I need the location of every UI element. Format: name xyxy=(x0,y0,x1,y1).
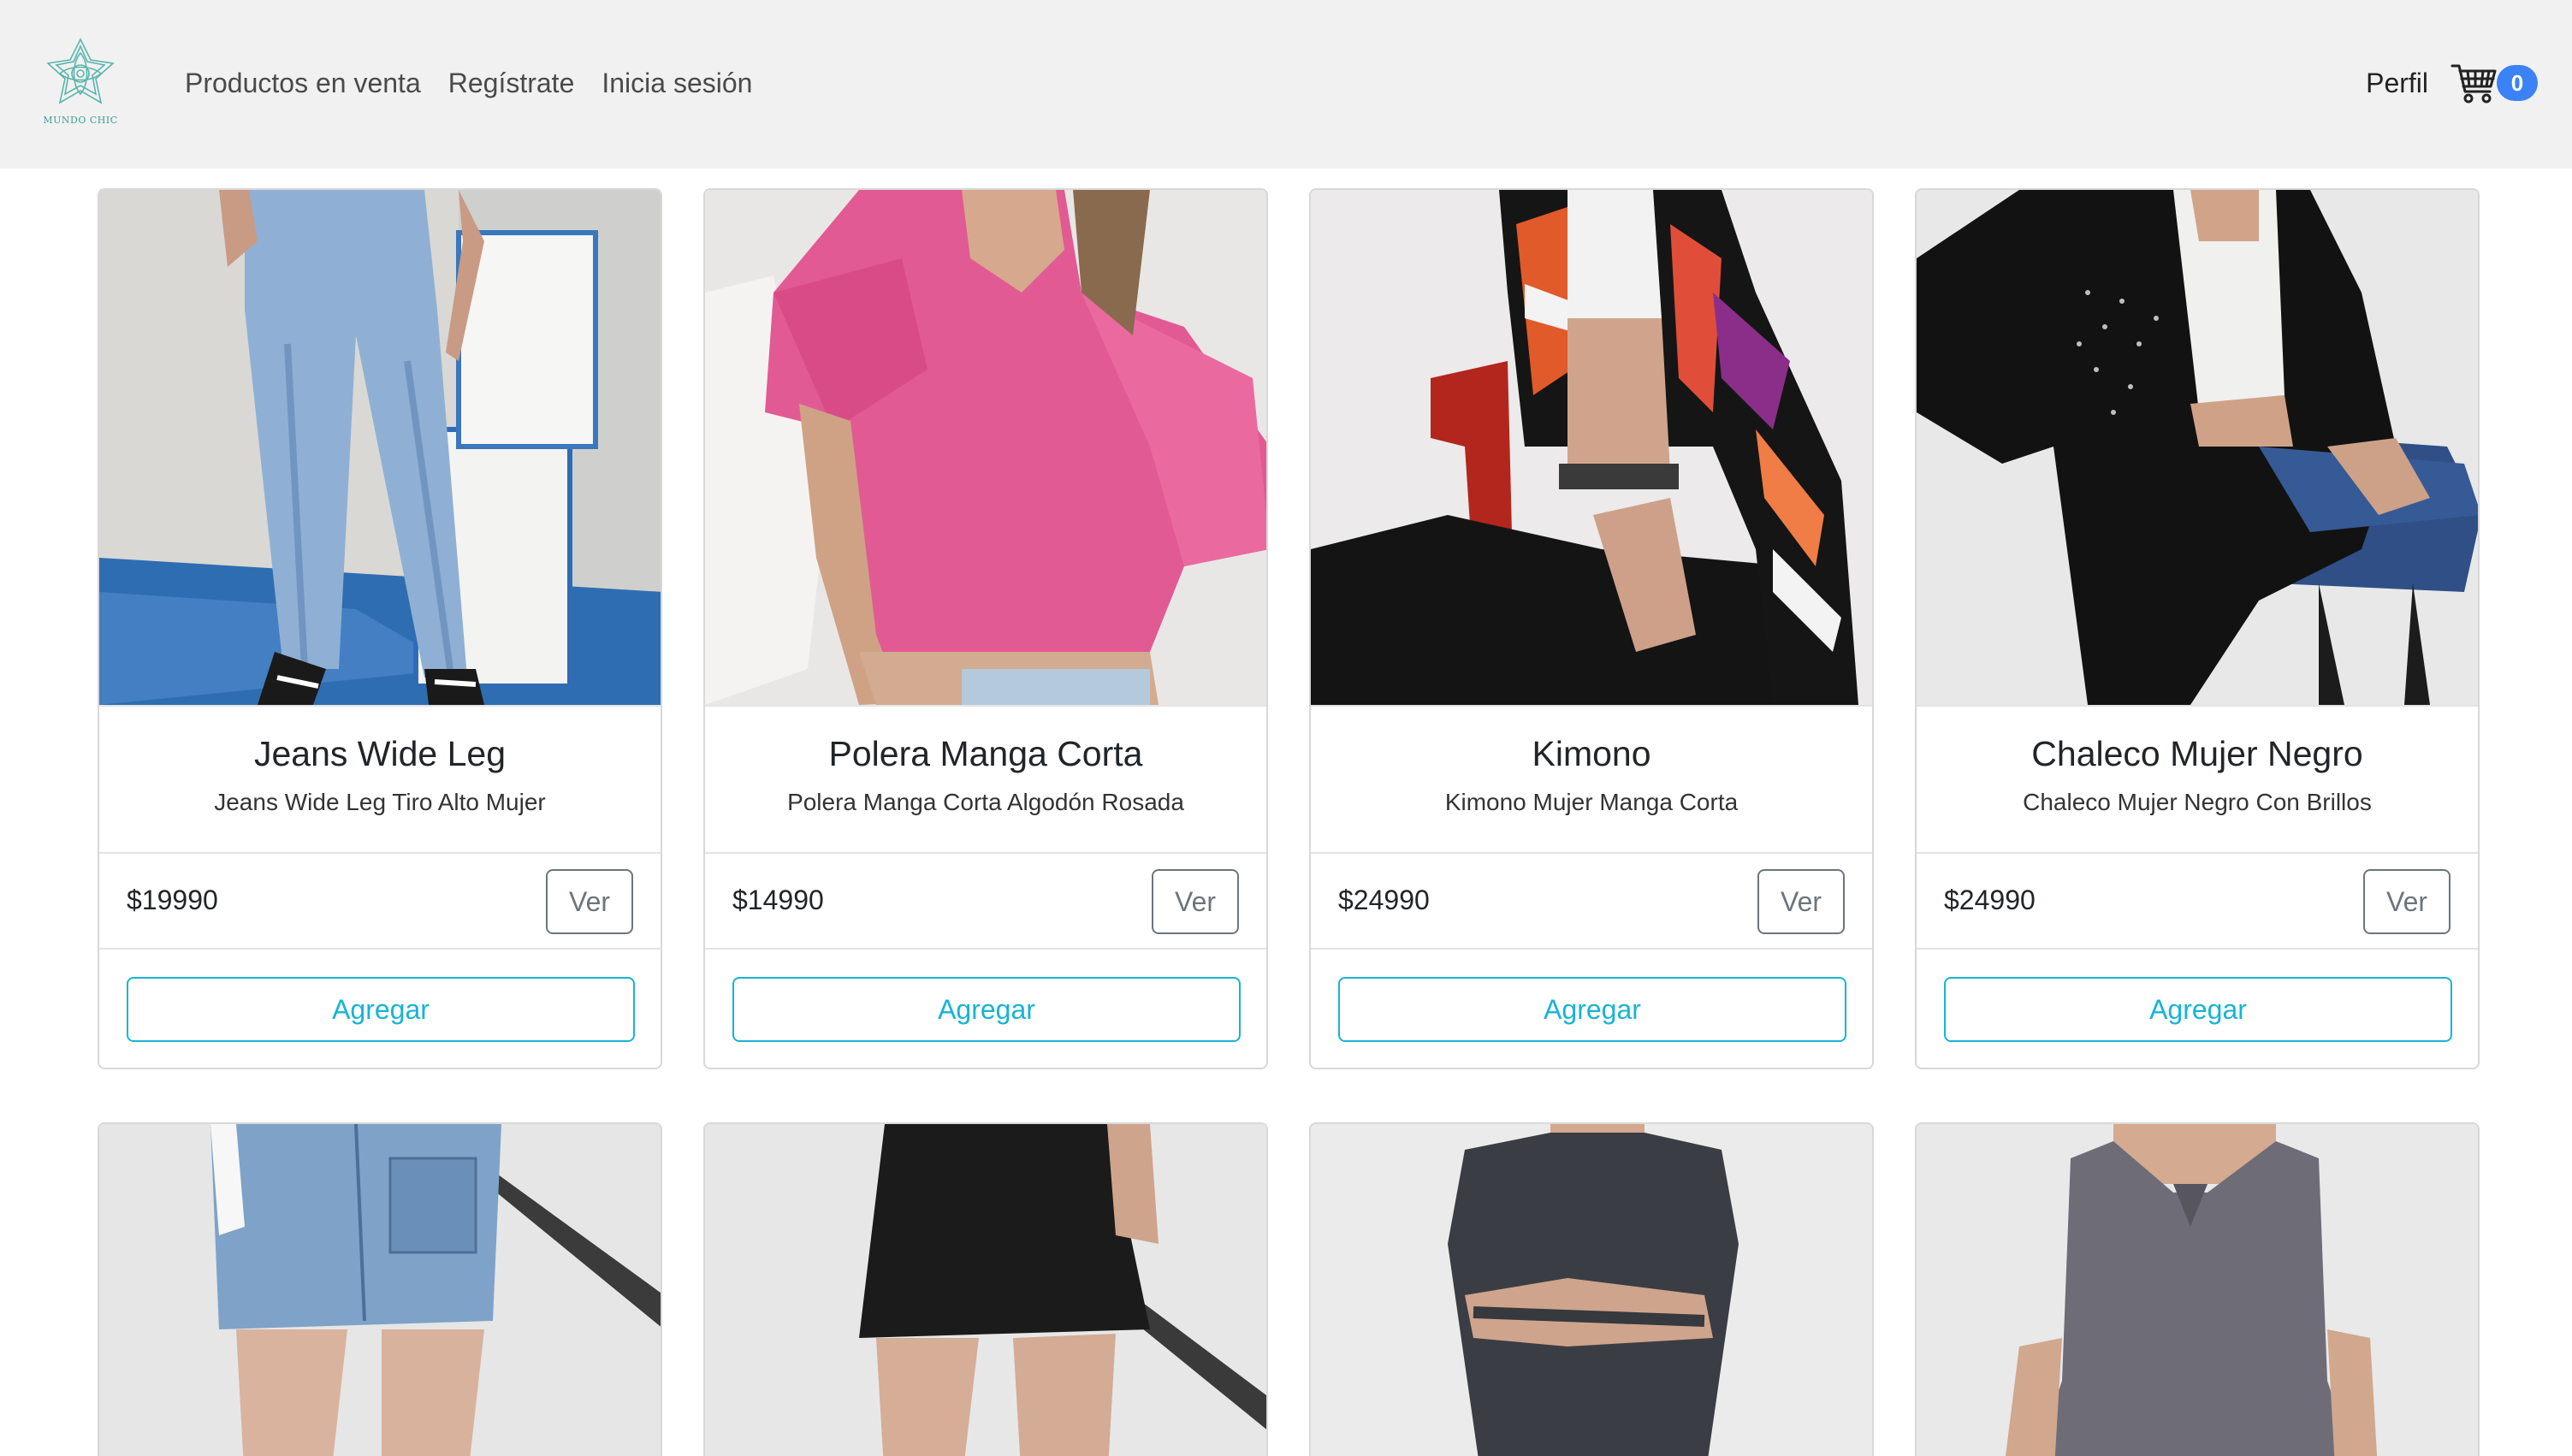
product-description: Chaleco Mujer Negro Con Brillos xyxy=(2023,789,2372,815)
cart-button[interactable]: 0 xyxy=(2451,61,2538,105)
product-card: Chaleco Mujer Negro Chaleco Mujer Negro … xyxy=(1915,188,2480,1069)
product-card: Jeans Wide Leg Jeans Wide Leg Tiro Alto … xyxy=(98,188,662,1069)
product-image-denim-skirt[interactable] xyxy=(99,1124,661,1456)
product-title: Kimono xyxy=(1532,734,1651,773)
view-button[interactable]: Ver xyxy=(1757,869,1845,934)
add-to-cart-button[interactable]: Agregar xyxy=(127,977,635,1042)
product-card xyxy=(98,1122,662,1456)
grey-dress-photo xyxy=(1311,1124,1872,1456)
product-price: $14990 xyxy=(732,885,824,915)
product-title: Chaleco Mujer Negro xyxy=(2031,734,2363,773)
add-row: Agregar xyxy=(1917,948,2478,1068)
add-row: Agregar xyxy=(1311,948,1872,1068)
jeans-photo xyxy=(99,190,661,705)
cart-count-badge: 0 xyxy=(2497,65,2538,101)
product-image-jeans[interactable] xyxy=(99,190,661,705)
product-description: Jeans Wide Leg Tiro Alto Mujer xyxy=(214,789,546,815)
price-row: $19990 Ver xyxy=(99,852,661,948)
product-description: Kimono Mujer Manga Corta xyxy=(1444,789,1739,815)
product-card-body: Kimono Kimono Mujer Manga Corta xyxy=(1311,705,1872,852)
product-card-body: Chaleco Mujer Negro Chaleco Mujer Negro … xyxy=(1917,705,2478,852)
price-row: $24990 Ver xyxy=(1311,852,1872,948)
product-card: Polera Manga Corta Polera Manga Corta Al… xyxy=(703,188,1268,1069)
add-to-cart-button[interactable]: Agregar xyxy=(1944,977,2452,1042)
nav-right: Perfil 0 xyxy=(2366,60,2538,106)
pink-top-photo xyxy=(705,190,1266,705)
nav-links: Productos en venta Regístrate Inicia ses… xyxy=(185,62,779,104)
product-card-body: Polera Manga Corta Polera Manga Corta Al… xyxy=(705,705,1266,852)
nav-link-registrate[interactable]: Regístrate xyxy=(448,62,575,104)
product-card-body: Jeans Wide Leg Jeans Wide Leg Tiro Alto … xyxy=(99,705,661,852)
product-description: Polera Manga Corta Algodón Rosada xyxy=(787,789,1184,815)
add-row: Agregar xyxy=(99,948,661,1068)
navbar: MUNDO CHIC Productos en venta Regístrate… xyxy=(0,0,2572,169)
shopping-cart-icon xyxy=(2451,64,2497,104)
price-row: $14990 Ver xyxy=(705,852,1266,948)
view-button[interactable]: Ver xyxy=(2363,869,2451,934)
black-cardigan-photo xyxy=(1917,190,2478,705)
product-card: Kimono Kimono Mujer Manga Corta $24990 V… xyxy=(1309,188,1874,1069)
product-image-chaleco[interactable] xyxy=(1917,190,2478,705)
product-price: $24990 xyxy=(1944,885,2036,915)
profile-link[interactable]: Perfil xyxy=(2366,60,2428,106)
product-card xyxy=(703,1122,1268,1456)
denim-skirt-photo xyxy=(99,1124,661,1456)
add-to-cart-button[interactable]: Agregar xyxy=(1338,977,1846,1042)
product-card xyxy=(1309,1122,1874,1456)
product-image-grey-dress[interactable] xyxy=(1311,1124,1872,1456)
price-row: $24990 Ver xyxy=(1917,852,2478,948)
product-image-kimono[interactable] xyxy=(1311,190,1872,705)
black-skort-photo xyxy=(705,1124,1266,1456)
product-title: Jeans Wide Leg xyxy=(253,734,506,773)
product-card xyxy=(1915,1122,2480,1456)
product-price: $24990 xyxy=(1338,885,1430,915)
add-to-cart-button[interactable]: Agregar xyxy=(732,977,1241,1042)
kimono-photo xyxy=(1311,190,1872,705)
add-row: Agregar xyxy=(705,948,1266,1068)
mandala-logo-icon xyxy=(46,38,115,104)
grey-jumpsuit-photo xyxy=(1917,1124,2478,1456)
nav-link-productos[interactable]: Productos en venta xyxy=(185,62,421,104)
nav-link-inicia-sesion[interactable]: Inicia sesión xyxy=(602,62,752,104)
brand-logo-text: MUNDO CHIC xyxy=(43,115,118,126)
brand-logo[interactable]: MUNDO CHIC xyxy=(38,34,123,133)
view-button[interactable]: Ver xyxy=(546,869,633,934)
product-image-grey-jumpsuit[interactable] xyxy=(1917,1124,2478,1456)
product-title: Polera Manga Corta xyxy=(828,734,1143,773)
product-image-black-skort[interactable] xyxy=(705,1124,1266,1456)
view-button[interactable]: Ver xyxy=(1152,869,1239,934)
product-price: $19990 xyxy=(127,885,218,915)
product-image-polera[interactable] xyxy=(705,190,1266,705)
